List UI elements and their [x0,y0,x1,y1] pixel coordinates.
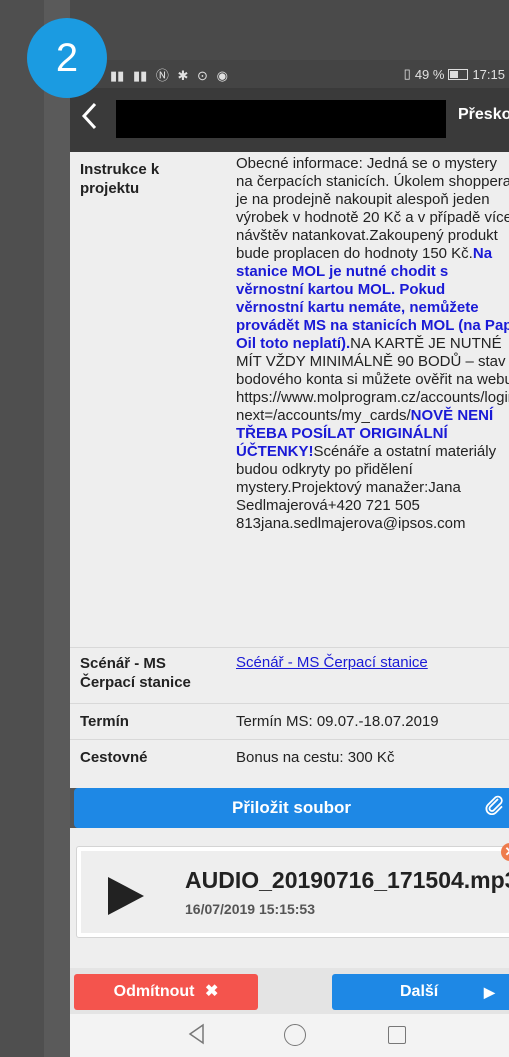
scenario-row: Scénář - MS Čerpací stanice Scénář - MS … [70,648,509,704]
audio-attachment-body: AUDIO_20190716_171504.mp3 16/07/2019 15:… [81,851,509,933]
audio-date: 16/07/2019 15:15:53 [185,901,315,917]
arrow-right-icon: ▶ [484,984,495,1000]
scenario-label: Scénář - MS Čerpací stanice [80,655,191,691]
play-icon[interactable] [106,875,146,917]
status-bar: ▮▮ ▮▮ Ⓝ ✱ ⊙ ◉ ▯ 49 % 17:15 [70,60,509,88]
status-icons: ▮▮ ▮▮ Ⓝ ✱ ⊙ ◉ [110,65,233,84]
location-icon: ⊙ [197,67,208,83]
app-bar: Přeskočit [70,88,509,152]
attachments-area: AUDIO_20190716_171504.mp3 16/07/2019 15:… [70,828,509,968]
audio-attachment[interactable]: AUDIO_20190716_171504.mp3 16/07/2019 15:… [76,843,509,938]
nav-home-icon[interactable] [284,1024,306,1046]
travel-label: Cestovné [80,749,148,766]
battery-icon [448,68,469,80]
signal-icon-2: ▮▮ [132,67,148,83]
reject-label: Odmítnout [113,983,195,1000]
next-label: Další [400,983,439,1000]
redacted-title [116,100,446,138]
deadline-row: Termín Termín MS: 09.07.-18.07.2019 [70,704,509,740]
step-number-badge: 2 [27,18,107,98]
skip-button[interactable]: Přeskočit [458,106,509,124]
paperclip-icon [483,788,505,828]
nfc-icon: Ⓝ [155,67,169,83]
nav-back-icon[interactable] [188,1023,206,1045]
next-button[interactable]: Další ▶ [332,974,509,1010]
scenario-link-wrap: Scénář - MS Čerpací stanice [236,654,509,672]
signal-icon: ▮▮ [110,67,125,83]
battery-percent: 49 % [414,66,445,82]
attach-file-label: Přiložit soubor [232,798,351,817]
status-right: ▯ 49 % 17:15 [404,66,505,82]
travel-row: Cestovné Bonus na cestu: 300 Kč [70,740,509,776]
deadline-label: Termín [80,713,129,730]
chevron-left-icon [81,102,97,130]
instructions-row: Instrukce k projektu Obecné informace: J… [70,152,509,648]
action-bar: Odmítnout ✖ Další ▶ [70,968,509,1014]
device-frame-left [0,0,70,1057]
vibrate-icon: ▯ [403,66,411,81]
travel-value: Bonus na cestu: 300 Kč [236,749,395,766]
instructions-label: Instrukce k projektu [80,161,160,197]
nav-recents-icon[interactable] [388,1026,406,1044]
attach-file-button[interactable]: Přiložit soubor [74,788,509,828]
clock: 17:15 [472,66,505,82]
wifi-icon: ◉ [216,67,228,83]
close-icon: ✖ [204,983,219,1000]
project-details: Instrukce k projektu Obecné informace: J… [70,152,509,788]
instructions-text: Obecné informace: Jedná se o mystery na … [236,155,509,262]
bluetooth-icon: ✱ [177,67,189,83]
reject-button[interactable]: Odmítnout ✖ [74,974,258,1010]
deadline-value: Termín MS: 09.07.-18.07.2019 [236,713,439,730]
back-button[interactable] [72,100,108,140]
instructions-value: Obecné informace: Jedná se o mystery na … [236,155,509,533]
system-navigation-bar [70,1014,509,1057]
scenario-link[interactable]: Scénář - MS Čerpací stanice [236,654,428,671]
audio-filename: AUDIO_20190716_171504.mp3 [185,867,509,893]
